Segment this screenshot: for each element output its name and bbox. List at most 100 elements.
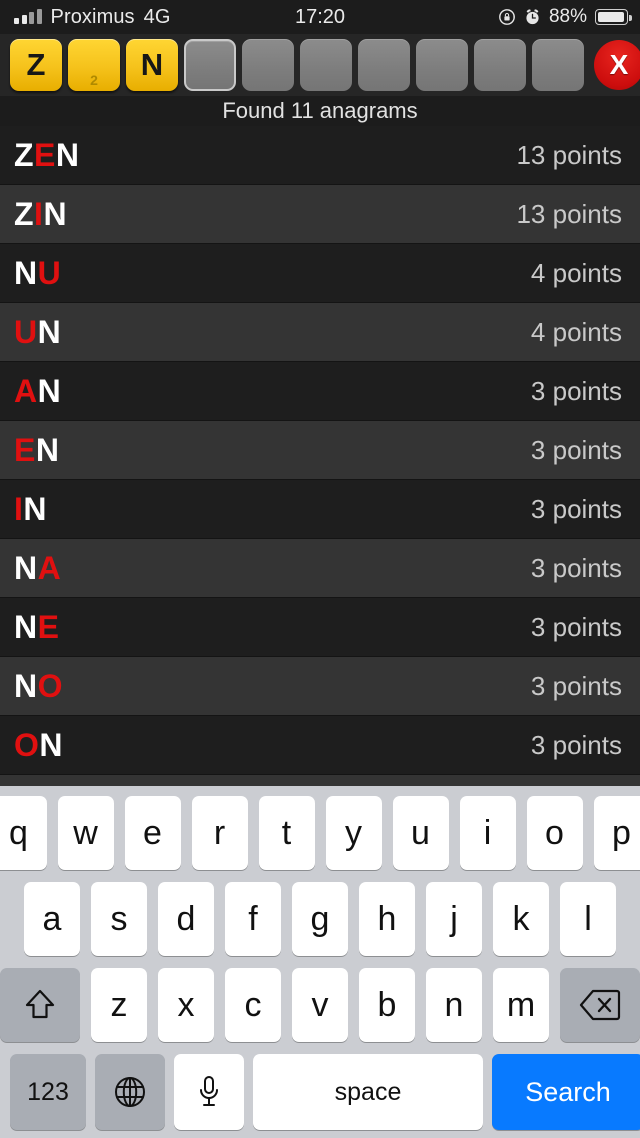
table-row[interactable]: NO 3 points (0, 657, 640, 716)
result-word: NU (14, 255, 61, 292)
results-count-banner: Found 11 anagrams (0, 96, 640, 126)
word-prefix: Z (14, 136, 35, 173)
status-bar: Proximus 4G 17:20 88% (0, 0, 640, 34)
key-c[interactable]: c (225, 968, 281, 1042)
anagram-results-list[interactable]: ZEN 13 points ZIN 13 points NU 4 points … (0, 126, 640, 786)
key-s[interactable]: s (91, 882, 147, 956)
key-i[interactable]: i (459, 796, 516, 870)
word-wildcard-letter: U (14, 313, 38, 350)
rack-tile-7-empty[interactable] (416, 39, 468, 91)
word-wildcard-letter: I (14, 490, 24, 527)
key-r[interactable]: r (191, 796, 248, 870)
key-j[interactable]: j (426, 882, 482, 956)
key-z[interactable]: z (91, 968, 147, 1042)
result-word: NE (14, 609, 59, 646)
clear-rack-button[interactable]: X (594, 40, 640, 90)
rack-tile-4-empty[interactable] (242, 39, 294, 91)
microphone-icon (196, 1073, 222, 1111)
word-wildcard-letter: U (37, 254, 62, 291)
rotation-lock-icon (498, 8, 516, 26)
table-row[interactable]: NA 3 points (0, 539, 640, 598)
result-word: AN (14, 373, 61, 410)
key-e[interactable]: e (124, 796, 181, 870)
table-row[interactable]: ZEN 13 points (0, 126, 640, 185)
app-root: Proximus 4G 17:20 88% Z 2 N X Found 11 a… (0, 0, 640, 1138)
key-g[interactable]: g (292, 882, 348, 956)
word-wildcard-letter: A (14, 372, 38, 409)
table-row[interactable]: UN 4 points (0, 303, 640, 362)
key-t[interactable]: t (258, 796, 315, 870)
key-h[interactable]: h (359, 882, 415, 956)
result-points: 3 points (530, 729, 622, 760)
mic-key[interactable] (174, 1054, 244, 1130)
table-row[interactable]: NE 3 points (0, 598, 640, 657)
table-row[interactable]: EN 3 points (0, 421, 640, 480)
signal-bars-icon (14, 9, 42, 24)
result-points: 3 points (530, 434, 622, 465)
result-word: NO (14, 668, 63, 705)
key-m[interactable]: m (493, 968, 549, 1042)
word-wildcard-letter: E (37, 608, 60, 645)
word-suffix: N (35, 431, 60, 468)
key-l[interactable]: l (560, 882, 616, 956)
word-suffix: N (37, 313, 62, 350)
result-points: 3 points (530, 493, 622, 524)
result-points: 13 points (516, 198, 622, 229)
word-prefix: Z (14, 195, 35, 232)
rack-tile-1-blank[interactable]: 2 (68, 39, 120, 91)
table-row[interactable]: NU 4 points (0, 244, 640, 303)
result-word: ZEN (14, 137, 80, 174)
result-points: 3 points (530, 670, 622, 701)
globe-key[interactable] (95, 1054, 165, 1130)
key-v[interactable]: v (292, 968, 348, 1042)
word-suffix: N (39, 726, 63, 763)
delete-key[interactable] (560, 968, 640, 1042)
rack-tile-5-empty[interactable] (300, 39, 352, 91)
key-a[interactable]: a (24, 882, 80, 956)
table-row[interactable]: ON 3 points (0, 716, 640, 775)
keyboard-row-1: q w e r t y u i o p (0, 796, 640, 870)
word-prefix: N (14, 254, 38, 291)
key-w[interactable]: w (57, 796, 114, 870)
space-key[interactable]: space (253, 1054, 483, 1130)
key-f[interactable]: f (225, 882, 281, 956)
rack-tile-2[interactable]: N (126, 39, 178, 91)
search-key[interactable]: Search (492, 1054, 640, 1130)
table-row[interactable]: ZIN 13 points (0, 185, 640, 244)
shift-key[interactable] (0, 968, 80, 1042)
word-wildcard-letter: E (34, 136, 56, 173)
key-q[interactable]: q (0, 796, 47, 870)
word-prefix: N (14, 667, 38, 704)
key-p[interactable]: p (593, 796, 640, 870)
shift-arrow-icon (20, 986, 60, 1024)
onscreen-keyboard[interactable]: q w e r t y u i o p a s d f g h j k l z … (0, 786, 640, 1138)
result-points: 3 points (530, 375, 622, 406)
key-d[interactable]: d (158, 882, 214, 956)
backspace-icon (578, 988, 622, 1022)
key-y[interactable]: y (325, 796, 382, 870)
key-b[interactable]: b (359, 968, 415, 1042)
key-k[interactable]: k (493, 882, 549, 956)
rack-tile-6-empty[interactable] (358, 39, 410, 91)
key-o[interactable]: o (526, 796, 583, 870)
rack-tile-0[interactable]: Z (10, 39, 62, 91)
word-prefix: N (14, 549, 38, 586)
table-row-partial[interactable] (0, 775, 640, 786)
rack-tile-9-empty[interactable] (532, 39, 584, 91)
key-x[interactable]: x (158, 968, 214, 1042)
letter-rack: Z 2 N X (0, 34, 640, 96)
rack-tile-3-empty-active[interactable] (184, 39, 236, 91)
rack-tile-8-empty[interactable] (474, 39, 526, 91)
battery-percent-label: 88% (548, 6, 587, 27)
result-points: 4 points (530, 316, 622, 347)
numbers-key[interactable]: 123 (10, 1054, 86, 1130)
key-n[interactable]: n (426, 968, 482, 1042)
table-row[interactable]: IN 3 points (0, 480, 640, 539)
key-u[interactable]: u (392, 796, 449, 870)
result-points: 13 points (516, 139, 622, 170)
result-word: EN (14, 432, 59, 469)
rack-tile-letter: N (140, 47, 164, 82)
word-wildcard-letter: A (37, 549, 62, 586)
status-bar-right: 88% (498, 6, 640, 28)
table-row[interactable]: AN 3 points (0, 362, 640, 421)
